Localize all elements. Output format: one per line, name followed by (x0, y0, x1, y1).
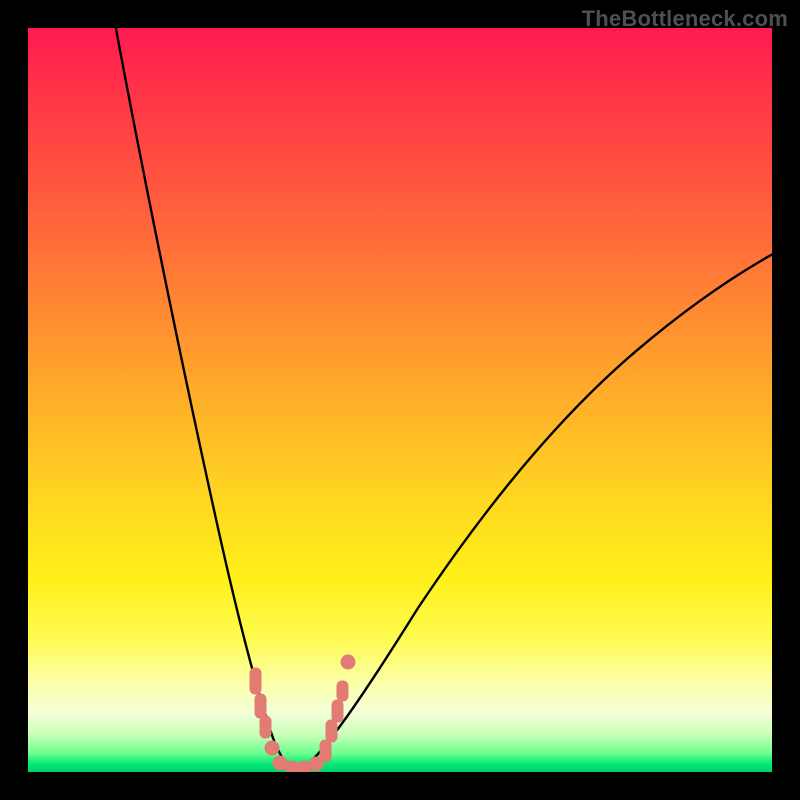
plot-area (28, 28, 772, 772)
marker-cluster (250, 655, 355, 772)
curve-layer (28, 28, 772, 772)
watermark-text: TheBottleneck.com (582, 6, 788, 32)
bottleneck-curve-right (304, 250, 772, 768)
bottleneck-curve-left (114, 28, 290, 768)
chart-frame: TheBottleneck.com (0, 0, 800, 800)
